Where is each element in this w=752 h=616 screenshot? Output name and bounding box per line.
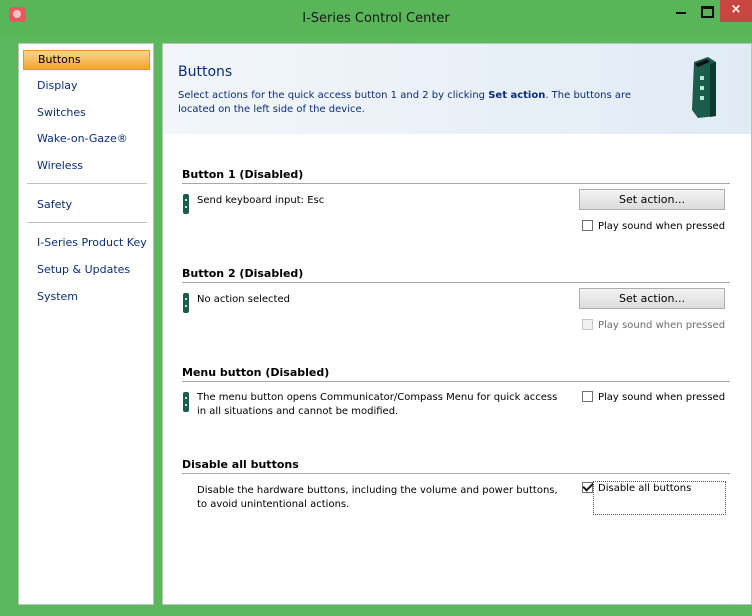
page-header: Buttons Select actions for the quick acc… <box>163 44 751 134</box>
menu-button-play-sound-checkbox[interactable]: Play sound when pressed <box>582 391 725 403</box>
content-panel: Buttons Select actions for the quick acc… <box>162 43 752 605</box>
checkbox-icon <box>582 391 593 402</box>
button2-icon <box>183 293 189 313</box>
sidebar-item-product-key[interactable]: I-Series Product Key <box>23 233 150 253</box>
sidebar-item-wireless[interactable]: Wireless <box>23 156 150 176</box>
section-divider <box>182 473 730 474</box>
maximize-button[interactable] <box>694 0 720 22</box>
button2-set-action-button[interactable]: Set action... <box>579 288 725 309</box>
menu-button-section-title: Menu button (Disabled) <box>182 366 330 379</box>
disable-all-description: Disable the hardware buttons, including … <box>197 485 558 510</box>
sidebar-item-buttons[interactable]: Buttons <box>23 50 150 70</box>
device-icon <box>692 57 716 118</box>
sidebar-item-switches[interactable]: Switches <box>23 103 150 123</box>
sidebar-item-wake-on-gaze[interactable]: Wake-on-Gaze® <box>23 129 150 149</box>
sidebar-item-setup-updates[interactable]: Setup & Updates <box>23 260 150 280</box>
sidebar-divider <box>27 222 147 223</box>
button1-action-text: Send keyboard input: Esc <box>197 195 325 206</box>
maximize-icon <box>701 6 714 18</box>
sidebar-item-system[interactable]: System <box>23 287 150 307</box>
disable-all-section-title: Disable all buttons <box>182 458 299 471</box>
checkmark-icon <box>582 482 593 493</box>
close-button[interactable]: × <box>720 0 752 22</box>
section-divider <box>182 282 730 283</box>
title-bar: I-Series Control Center × <box>0 0 752 36</box>
menu-button-icon <box>183 392 189 412</box>
button1-icon <box>183 194 189 214</box>
button2-action-text: No action selected <box>197 294 290 305</box>
button1-set-action-button[interactable]: Set action... <box>579 189 725 210</box>
section-divider <box>182 183 730 184</box>
section-divider <box>182 381 730 382</box>
minimize-icon <box>676 12 686 14</box>
window-title: I-Series Control Center <box>302 11 450 26</box>
sidebar: Buttons Display Switches Wake-on-Gaze® W… <box>18 43 154 605</box>
sidebar-item-safety[interactable]: Safety <box>23 195 150 215</box>
page-title: Buttons <box>178 64 233 80</box>
sidebar-divider <box>27 183 147 184</box>
button2-play-sound-checkbox: Play sound when pressed <box>582 319 725 331</box>
button2-section-title: Button 2 (Disabled) <box>182 267 304 280</box>
checkbox-icon <box>582 319 593 330</box>
minimize-button[interactable] <box>668 0 694 22</box>
button1-play-sound-checkbox[interactable]: Play sound when pressed <box>582 220 725 232</box>
button1-section-title: Button 1 (Disabled) <box>182 168 304 181</box>
menu-button-description: The menu button opens Communicator/Compa… <box>197 392 558 417</box>
sidebar-item-display[interactable]: Display <box>23 76 150 96</box>
close-icon: × <box>730 2 742 17</box>
checkbox-icon <box>582 220 593 231</box>
page-description: Select actions for the quick access butt… <box>178 90 632 115</box>
disable-all-buttons-checkbox[interactable]: Disable all buttons <box>582 482 691 494</box>
